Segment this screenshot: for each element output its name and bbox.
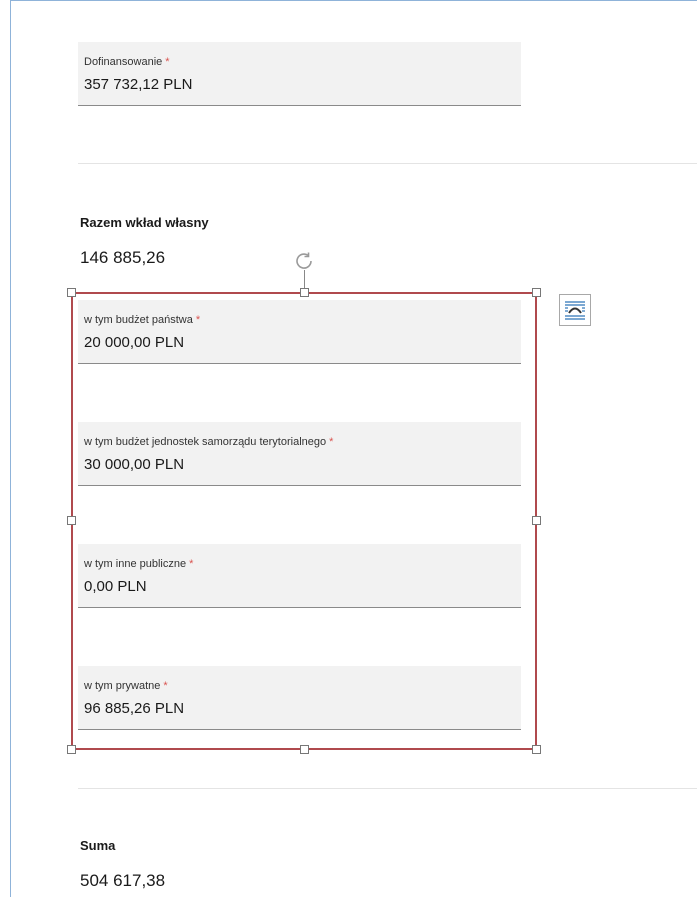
resize-handle-top-right[interactable] [532, 288, 541, 297]
resize-handle-bottom-left[interactable] [67, 745, 76, 754]
resize-handle-left[interactable] [67, 516, 76, 525]
image-selection-box[interactable] [71, 292, 537, 750]
dofinansowanie-field[interactable]: Dofinansowanie * 357 732,12 PLN [78, 42, 521, 106]
razem-value: 146 885,26 [80, 248, 166, 267]
resize-handle-top-left[interactable] [67, 288, 76, 297]
rotate-handle-icon[interactable] [292, 249, 316, 273]
dofinansowanie-value: 357 732,12 PLN [84, 76, 193, 93]
layout-options-icon [565, 301, 585, 320]
section-divider [78, 163, 697, 164]
suma-title: Suma [80, 838, 116, 853]
resize-handle-top[interactable] [300, 288, 309, 297]
section-divider [78, 788, 697, 789]
window-border-left [10, 0, 11, 897]
resize-handle-right[interactable] [532, 516, 541, 525]
dofinansowanie-label: Dofinansowanie * [84, 56, 170, 68]
resize-handle-bottom[interactable] [300, 745, 309, 754]
required-mark: * [165, 56, 170, 68]
window-border-top [10, 0, 697, 1]
suma-value: 504 617,38 [80, 871, 166, 890]
razem-title: Razem wkład własny [80, 215, 209, 230]
resize-handle-bottom-right[interactable] [532, 745, 541, 754]
layout-options-button[interactable] [559, 294, 591, 326]
